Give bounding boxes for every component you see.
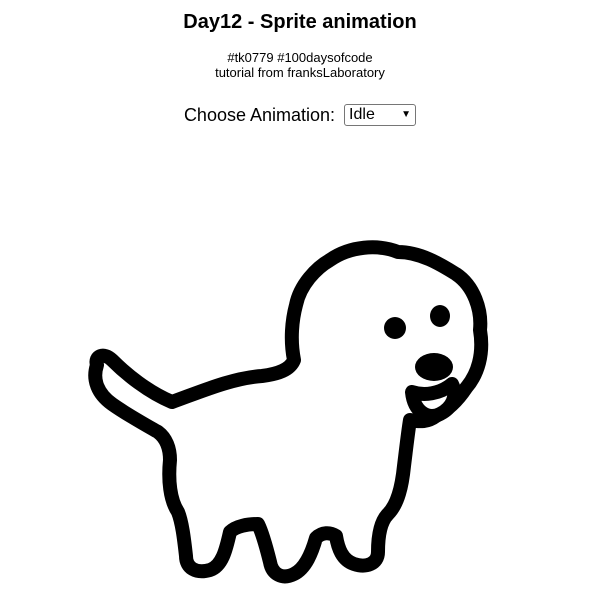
subtitle-hashtags: #tk0779 #100daysofcode	[227, 50, 373, 65]
chevron-down-icon: ▼	[401, 109, 412, 121]
page: Day12 - Sprite animation #tk0779 #100day…	[0, 0, 600, 604]
sprite-canvas	[88, 240, 489, 584]
animation-controls: Choose Animation: Idle ▼	[0, 102, 600, 127]
animation-select[interactable]: Idle ▼	[344, 104, 417, 127]
animation-label: Choose Animation:	[183, 105, 336, 126]
subtitle-credit: tutorial from franksLaboratory	[215, 65, 385, 80]
dog-eye-left	[384, 317, 406, 339]
dog-sprite	[88, 240, 489, 584]
dog-mouth	[405, 377, 462, 423]
page-title: Day12 - Sprite animation	[183, 11, 417, 33]
animation-select-value: Idle	[349, 106, 375, 124]
dog-eye-right	[430, 305, 450, 327]
dog-nose	[415, 353, 453, 381]
